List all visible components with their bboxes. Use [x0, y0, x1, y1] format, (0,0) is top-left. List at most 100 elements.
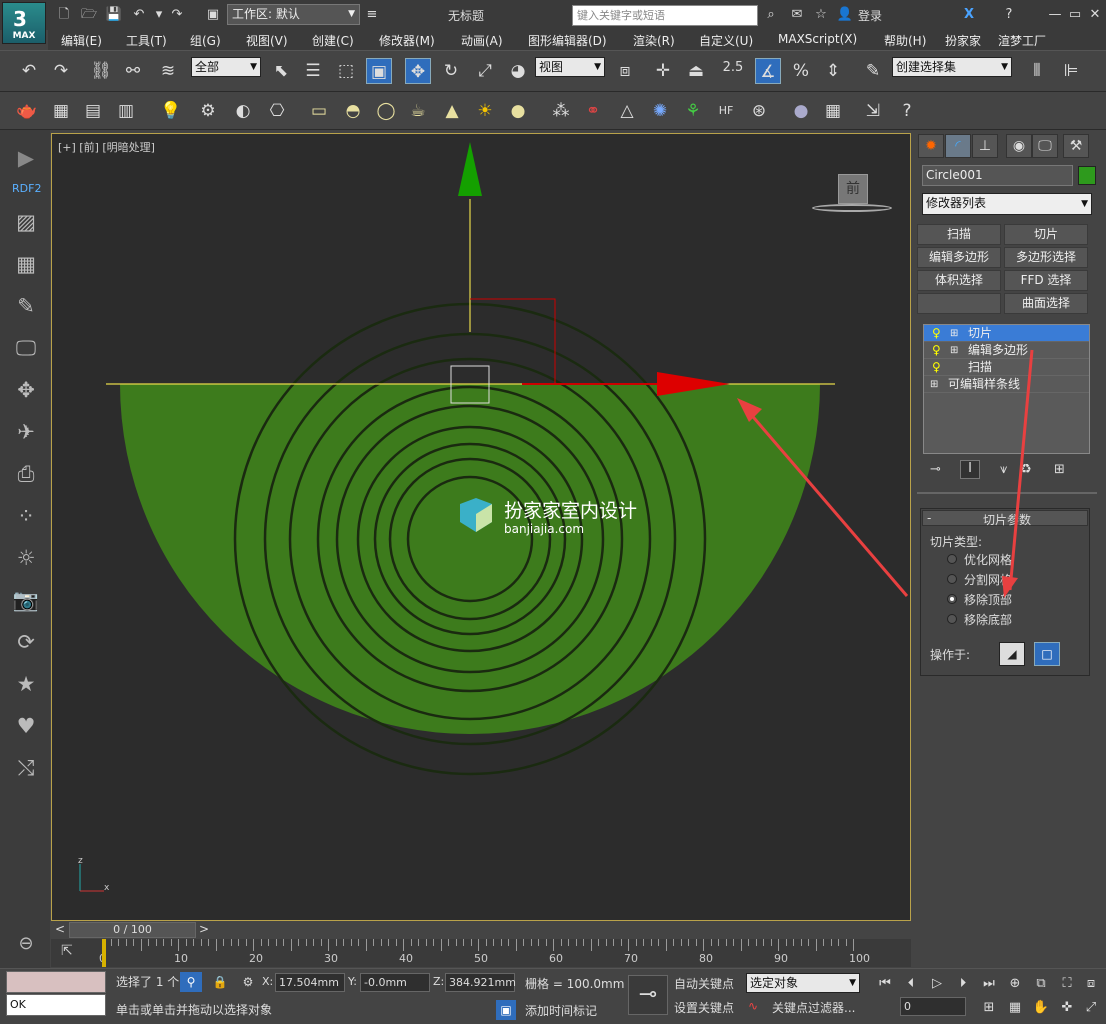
previous-frame-icon[interactable]: ⏴: [898, 971, 924, 997]
close-icon[interactable]: ✕: [1086, 6, 1104, 24]
brightness-icon[interactable]: ☼: [12, 544, 40, 572]
scale-icon[interactable]: ⤢: [472, 58, 498, 84]
move-arrows-icon[interactable]: ✥: [12, 376, 40, 404]
expand-plus-icon[interactable]: ⊞: [930, 376, 938, 393]
stack-item-editable-spline[interactable]: ⊞ 可编辑样条线: [924, 376, 1089, 393]
color-palette-icon[interactable]: ▦: [820, 98, 846, 124]
utilities-tab-icon[interactable]: ⚒: [1063, 134, 1089, 158]
image-icon[interactable]: ▨: [12, 208, 40, 236]
lightbulb-icon[interactable]: ♀: [932, 342, 941, 359]
gizmo-y-arrow[interactable]: [458, 142, 482, 196]
track-view-icon[interactable]: ▥: [113, 98, 139, 124]
ffd-select-button[interactable]: FFD 选择: [1004, 270, 1088, 291]
lock-selection-icon[interactable]: 🔒: [210, 972, 230, 992]
modifier-stack[interactable]: ♀ ⊞ 切片 ♀ ⊞ 编辑多边形 ♀ 扫描 ⊞ 可编辑样条线: [923, 324, 1090, 454]
dome-light-icon[interactable]: ●: [505, 98, 531, 124]
create-tab-icon[interactable]: ✹: [918, 134, 944, 158]
angle-snap-icon[interactable]: ∡: [755, 58, 781, 84]
redo-icon[interactable]: ↷: [48, 58, 74, 84]
empty-modifier-button[interactable]: [917, 293, 1001, 314]
window-crossing-icon[interactable]: ▣: [366, 58, 392, 84]
hemisphere-icon[interactable]: ◓: [340, 98, 366, 124]
rectangle-selection-icon[interactable]: ⬚: [333, 58, 359, 84]
edit-poly-button[interactable]: 编辑多边形: [917, 247, 1001, 268]
align-icon[interactable]: ⊫: [1058, 58, 1084, 84]
prev-frame-button[interactable]: <: [53, 922, 67, 938]
star-icon[interactable]: ★: [12, 670, 40, 698]
mini-curve-editor-icon[interactable]: ⇱: [61, 943, 73, 959]
go-to-start-icon[interactable]: ⏮: [872, 971, 898, 997]
radio-remove-top-label[interactable]: 移除顶部: [964, 591, 1012, 608]
add-time-tag[interactable]: 添加时间标记: [525, 1002, 597, 1019]
radio-remove-bottom[interactable]: [947, 614, 957, 624]
exchange-x-icon[interactable]: X: [960, 6, 978, 24]
set-key-icon[interactable]: ⊸: [628, 975, 668, 1015]
help-icon[interactable]: ?: [1000, 6, 1018, 24]
play-animation-icon[interactable]: ▷: [924, 971, 950, 997]
dots-grid-icon[interactable]: ⁘: [12, 502, 40, 530]
scene-explorer-icon[interactable]: ▤: [80, 98, 106, 124]
light-icon[interactable]: 💡: [158, 98, 184, 124]
named-selection-dropdown[interactable]: 创建选择集 ▼: [892, 57, 1012, 77]
object-name-field[interactable]: Circle001: [922, 165, 1073, 186]
cone-icon[interactable]: ▲: [439, 98, 465, 124]
pivot-center-icon[interactable]: ⧈: [612, 58, 638, 84]
hierarchy-tab-icon[interactable]: ⊥: [972, 134, 998, 158]
time-slider-thumb[interactable]: 0 / 100: [69, 922, 196, 938]
spinner-snap-icon[interactable]: ⇕: [820, 58, 846, 84]
menu-create[interactable]: 创建(C): [312, 32, 354, 49]
menu-view[interactable]: 视图(V): [246, 32, 288, 49]
shading-ball-icon[interactable]: ●: [788, 98, 814, 124]
undo-dropdown-icon[interactable]: ▾: [150, 6, 168, 24]
airplane-icon[interactable]: ✈: [12, 418, 40, 446]
key-filter-icon[interactable]: ∿: [748, 999, 758, 1013]
time-config-icon[interactable]: ⊞: [976, 995, 1002, 1021]
rollout-header[interactable]: - 切片参数: [922, 510, 1088, 527]
undo-icon[interactable]: ↶: [130, 6, 148, 24]
restore-icon[interactable]: ▭: [1066, 6, 1084, 24]
save-icon[interactable]: 💾: [105, 6, 123, 24]
zoom-extents-all-icon[interactable]: ⧈: [1078, 971, 1104, 997]
radio-split-mesh-label[interactable]: 分割网格: [964, 571, 1012, 588]
help-circle-icon[interactable]: ?: [894, 98, 920, 124]
display-tab-icon[interactable]: 🖵: [1032, 134, 1058, 158]
select-by-name-icon[interactable]: ☰: [300, 58, 326, 84]
search-input[interactable]: 键入关键字或短语: [572, 5, 758, 26]
minimize-icon[interactable]: —: [1046, 6, 1064, 24]
pin-stack-icon[interactable]: ⊸: [930, 462, 941, 477]
project-folder-icon[interactable]: ▣: [204, 6, 222, 24]
next-frame-button[interactable]: >: [197, 922, 211, 938]
menu-edit[interactable]: 编辑(E): [61, 32, 102, 49]
maximize-viewport-icon[interactable]: ⤢: [1078, 995, 1104, 1021]
refresh-icon[interactable]: ⟳: [12, 628, 40, 656]
move-icon[interactable]: ✥: [405, 58, 431, 84]
zoom-all-icon[interactable]: ⧉: [1028, 971, 1054, 997]
pyramid-icon[interactable]: △: [614, 98, 640, 124]
select-object-icon[interactable]: ⬉: [268, 58, 294, 84]
heart-icon[interactable]: ♥: [12, 712, 40, 740]
inbox-icon[interactable]: ⎙: [12, 460, 40, 488]
workspace-dropdown[interactable]: 工作区: 默认 ▼: [227, 4, 360, 25]
molecule-icon[interactable]: ⚭: [580, 98, 606, 124]
menu-maxscript[interactable]: MAXScript(X): [778, 32, 857, 46]
orbit-icon[interactable]: ✜: [1054, 995, 1080, 1021]
lightbulb-icon[interactable]: ♀: [932, 359, 941, 376]
snap-toggle-icon[interactable]: 2.5: [720, 55, 746, 81]
sun-icon[interactable]: ☀: [472, 98, 498, 124]
edit-icon[interactable]: ✎: [12, 292, 40, 320]
subscription-icon[interactable]: ✉: [788, 6, 806, 24]
key-filters-button[interactable]: 关键点过滤器...: [772, 999, 855, 1016]
bind-space-warp-icon[interactable]: ≋: [155, 58, 181, 84]
motion-tab-icon[interactable]: ◉: [1006, 134, 1032, 158]
percent-snap-icon[interactable]: %: [788, 58, 814, 84]
login-link[interactable]: 登录: [858, 7, 882, 24]
grass-icon[interactable]: ⚘: [680, 98, 706, 124]
set-key-button[interactable]: 设置关键点: [674, 999, 734, 1016]
dashboard-icon[interactable]: ▦: [12, 250, 40, 278]
object-color-swatch[interactable]: [1078, 166, 1096, 185]
back-circle-icon[interactable]: ⊖: [12, 930, 40, 958]
menu-modifiers[interactable]: 修改器(M): [379, 32, 435, 49]
lightbulb-icon[interactable]: ♀: [932, 325, 941, 342]
open-file-icon[interactable]: 🗁: [80, 6, 98, 24]
export-icon[interactable]: ⇲: [860, 98, 886, 124]
